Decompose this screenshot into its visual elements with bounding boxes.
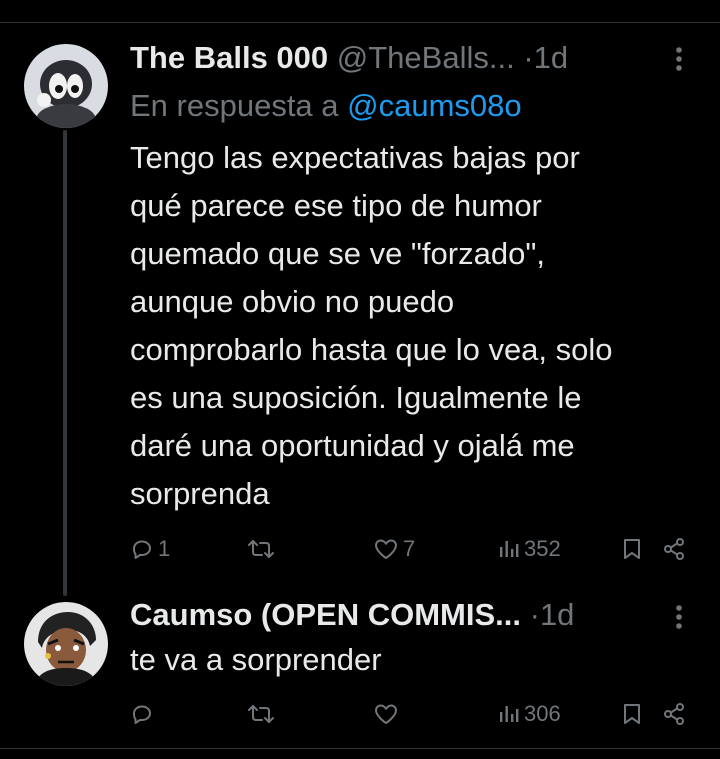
retweet-button[interactable] [246,533,280,565]
tweet-text-line: quemado que se ve "forzado", [130,236,545,271]
like-button[interactable]: 7 [373,533,415,565]
display-name[interactable]: Caumso (OPEN COMMIS... [130,597,521,632]
user-handle[interactable]: @TheBalls... [337,40,515,75]
bookmark-button[interactable] [622,698,642,730]
bookmark-icon [624,539,640,559]
tweet-text-line: qué parece ese tipo de humor [130,188,542,223]
avatar[interactable] [24,44,108,128]
retweet-button[interactable] [246,698,280,730]
reply-icon [133,705,151,724]
tweet-text: te va a sorprender [130,636,710,684]
reply-button[interactable]: 1 [130,533,170,565]
tweet-text-line: daré una oportunidad y ojalá me [130,428,575,463]
separator-dot: · [523,40,534,75]
views-button[interactable]: 306 [498,698,561,730]
avatar[interactable] [24,602,108,686]
heart-icon [375,539,397,559]
share-button[interactable] [662,533,686,565]
top-divider [0,22,720,23]
tweet-header: The Balls 000 @TheBalls... ·1d [130,38,568,78]
view-count: 306 [524,701,561,726]
share-button[interactable] [662,698,686,730]
retweet-icon [248,705,274,723]
timestamp[interactable]: 1d [540,597,574,632]
tweet-text-line: comprobarlo hasta que lo vea, solo [130,332,613,367]
more-options-button[interactable] [664,44,694,80]
thread-connector-line [63,130,67,596]
more-vertical-icon [676,605,682,629]
tweet-text-line: sorprenda [130,476,270,511]
reply-button[interactable] [130,698,158,730]
bottom-divider [0,748,720,749]
tweet-text: Tengo las expectativas bajas por qué par… [130,134,710,518]
tweet-actions: 306 [130,698,690,730]
like-button[interactable] [373,698,403,730]
share-icon [664,703,684,725]
more-options-button[interactable] [664,602,694,638]
tweet-text-line: aunque obvio no puedo [130,284,455,319]
bookmark-button[interactable] [622,533,642,565]
like-count: 7 [403,536,416,561]
share-icon [664,538,684,560]
bookmark-icon [624,704,640,724]
view-count: 352 [524,536,561,561]
timestamp[interactable]: 1d [534,40,568,75]
more-vertical-icon [676,47,682,71]
reply-icon [133,540,151,559]
views-icon [500,706,519,722]
tweet-text-line: es una suposición. Igualmente le [130,380,582,415]
reply-count: 1 [158,536,171,561]
reply-prefix: En respuesta a [130,88,348,123]
tweet-header: Caumso (OPEN COMMIS... ·1d [130,595,574,635]
tweet-text-line: Tengo las expectativas bajas por [130,140,580,175]
views-button[interactable]: 352 [498,533,561,565]
reply-context: En respuesta a @caums08o [130,86,522,126]
tweet-text-line: te va a sorprender [130,642,382,677]
separator-dot: · [529,597,540,632]
display-name[interactable]: The Balls 000 [130,40,328,75]
retweet-icon [248,540,274,558]
heart-icon [375,704,397,724]
views-icon [500,541,519,557]
tweet-actions: 1 7 352 [130,533,690,565]
reply-mention-link[interactable]: @caums08o [347,88,522,123]
